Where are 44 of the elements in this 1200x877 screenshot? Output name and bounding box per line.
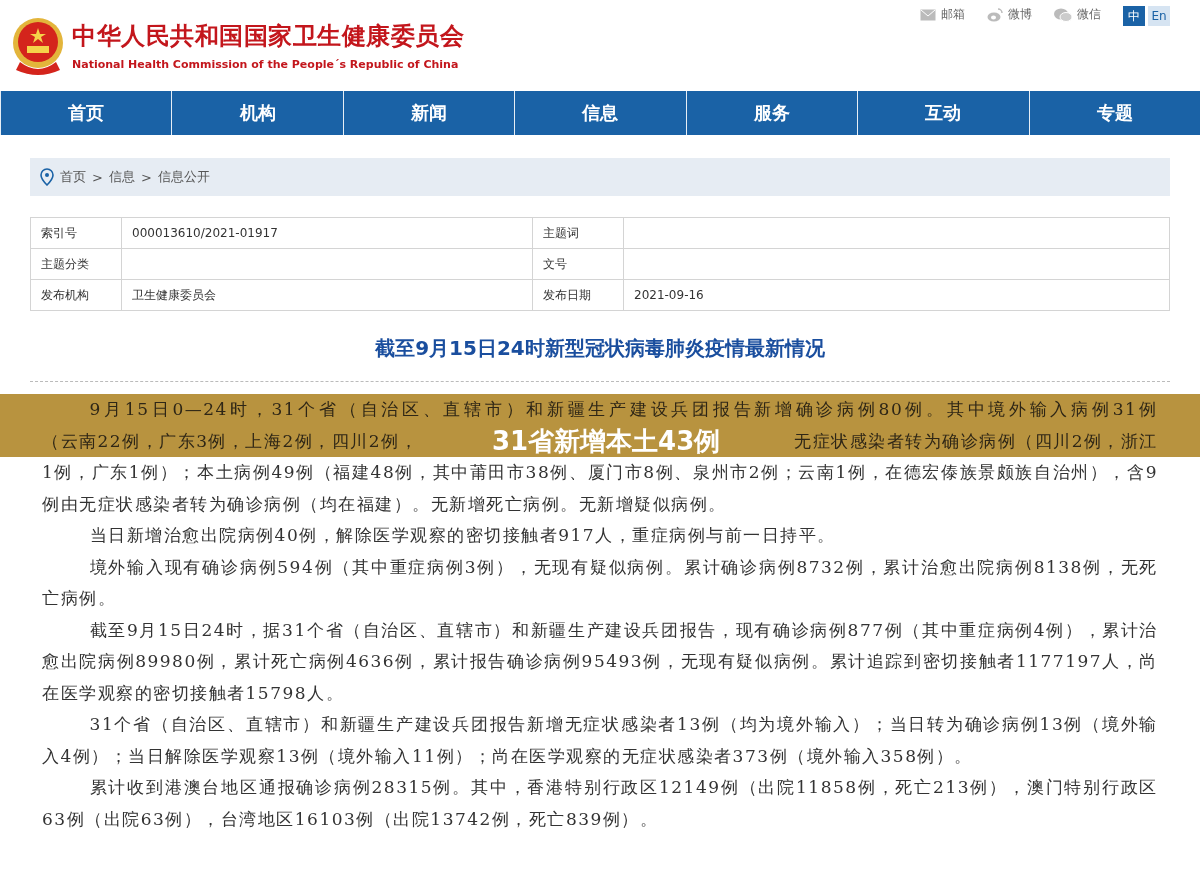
language-button[interactable]: 中 bbox=[1123, 6, 1145, 26]
field-label: 文号 bbox=[532, 248, 624, 280]
field-label: 主题分类 bbox=[30, 248, 122, 280]
nav-item[interactable]: 专题 bbox=[1028, 91, 1200, 135]
field-label: 索引号 bbox=[30, 217, 122, 249]
field-label: 发布日期 bbox=[532, 279, 624, 311]
article-paragraph: 境外输入现有确诊病例594例（其中重症病例3例），无现有疑似病例。累计确诊病例8732例，累计治愈出院病例8138例，无死亡病例。 bbox=[42, 555, 1158, 610]
weibo-icon bbox=[987, 7, 1003, 22]
breadcrumb-separator: > bbox=[140, 169, 152, 185]
wechat-icon bbox=[1054, 7, 1072, 22]
language-button[interactable]: En bbox=[1148, 6, 1170, 26]
breadcrumb-link[interactable]: 信息公开 bbox=[157, 168, 210, 186]
mail-icon bbox=[920, 8, 936, 21]
article-paragraph: 累计收到港澳台地区通报确诊病例28315例。其中，香港特别行政区12149例（出院11858例，死亡213例），澳门特别行政区63例（出院63例），台湾地区16103例（出院13742例，死亡839例）。 bbox=[42, 776, 1158, 831]
breadcrumb-link[interactable]: 信息 bbox=[108, 168, 135, 186]
site-title: 中华人民共和国国家卫生健康委员会 bbox=[72, 21, 464, 52]
location-pin-icon bbox=[40, 168, 54, 186]
emblem-icon bbox=[12, 15, 64, 76]
nav-item[interactable]: 信息 bbox=[514, 91, 686, 135]
article-paragraph: 31个省（自治区、直辖市）和新疆生产建设兵团报告新增无症状感染者13例（均为境外输入）；当日转为确诊病例13例（境外输入4例）；当日解除医学观察13例（境外输入11例）；尚在医学观察的无症状感染者373例（境外输入358例）。 bbox=[42, 713, 1158, 768]
nav-item[interactable]: 服务 bbox=[685, 91, 858, 135]
breadcrumb-link[interactable]: 首页 bbox=[60, 168, 86, 186]
article-text: 9月15日0—24时，31个省（自治区、直辖市）和新疆生产建设兵团报告新增确诊病例80例。其中境外输入病例31例 bbox=[88, 398, 1158, 421]
article-text: 无症状感染者转为确诊病例（四川2例，浙江 bbox=[794, 429, 1158, 453]
site-subtitle: National Health Commission of the People´s Republic of China bbox=[72, 58, 460, 71]
article-text: （云南22例，广东3例，上海2例，四川2例， bbox=[42, 429, 419, 453]
nav-item[interactable]: 机构 bbox=[171, 91, 343, 135]
field-label: 主题词 bbox=[532, 217, 624, 249]
article-paragraph: 当日新增治愈出院病例40例，解除医学观察的密切接触者917人，重症病例与前一日持平。 bbox=[88, 524, 837, 547]
field-label: 发布机构 bbox=[30, 279, 122, 311]
nav-item[interactable]: 首页 bbox=[0, 91, 172, 135]
field-value: 000013610/2021-01917 bbox=[121, 217, 533, 249]
article-paragraph: 1例，广东1例）；本土病例49例（福建48例，其中莆田市38例、厦门市8例、泉州市2例；云南1例，在德宏傣族景颇族自治州），含9例由无症状感染者转为确诊病例（均在福建）。无新增死亡病例。无新增疑似病例。 bbox=[42, 461, 1158, 516]
breadcrumb-separator: > bbox=[92, 169, 103, 185]
share-link[interactable]: 邮箱 bbox=[920, 6, 965, 23]
share-link[interactable]: 微博 bbox=[987, 6, 1032, 23]
article-title: 截至9月15日24时新型冠状病毒肺炎疫情最新情况 bbox=[374, 335, 826, 362]
field-value: 2021-09-16 bbox=[623, 279, 1170, 311]
field-value: 卫生健康委员会 bbox=[121, 279, 533, 311]
nav-item[interactable]: 新闻 bbox=[342, 91, 515, 135]
article-paragraph: 截至9月15日24时，据31个省（自治区、直辖市）和新疆生产建设兵团报告，现有确诊病例877例（其中重症病例4例），累计治愈出院病例89980例，累计死亡病例4636例，累计报告确诊病例95493例，无现有疑似病例。累计追踪到密切接触者1177197人，尚在医学观察的密切接触者15798人。 bbox=[42, 618, 1158, 705]
share-link[interactable]: 微信 bbox=[1054, 6, 1101, 23]
caption-text: 31省新增本土43例 bbox=[491, 426, 721, 457]
nav-item[interactable]: 互动 bbox=[857, 91, 1029, 135]
